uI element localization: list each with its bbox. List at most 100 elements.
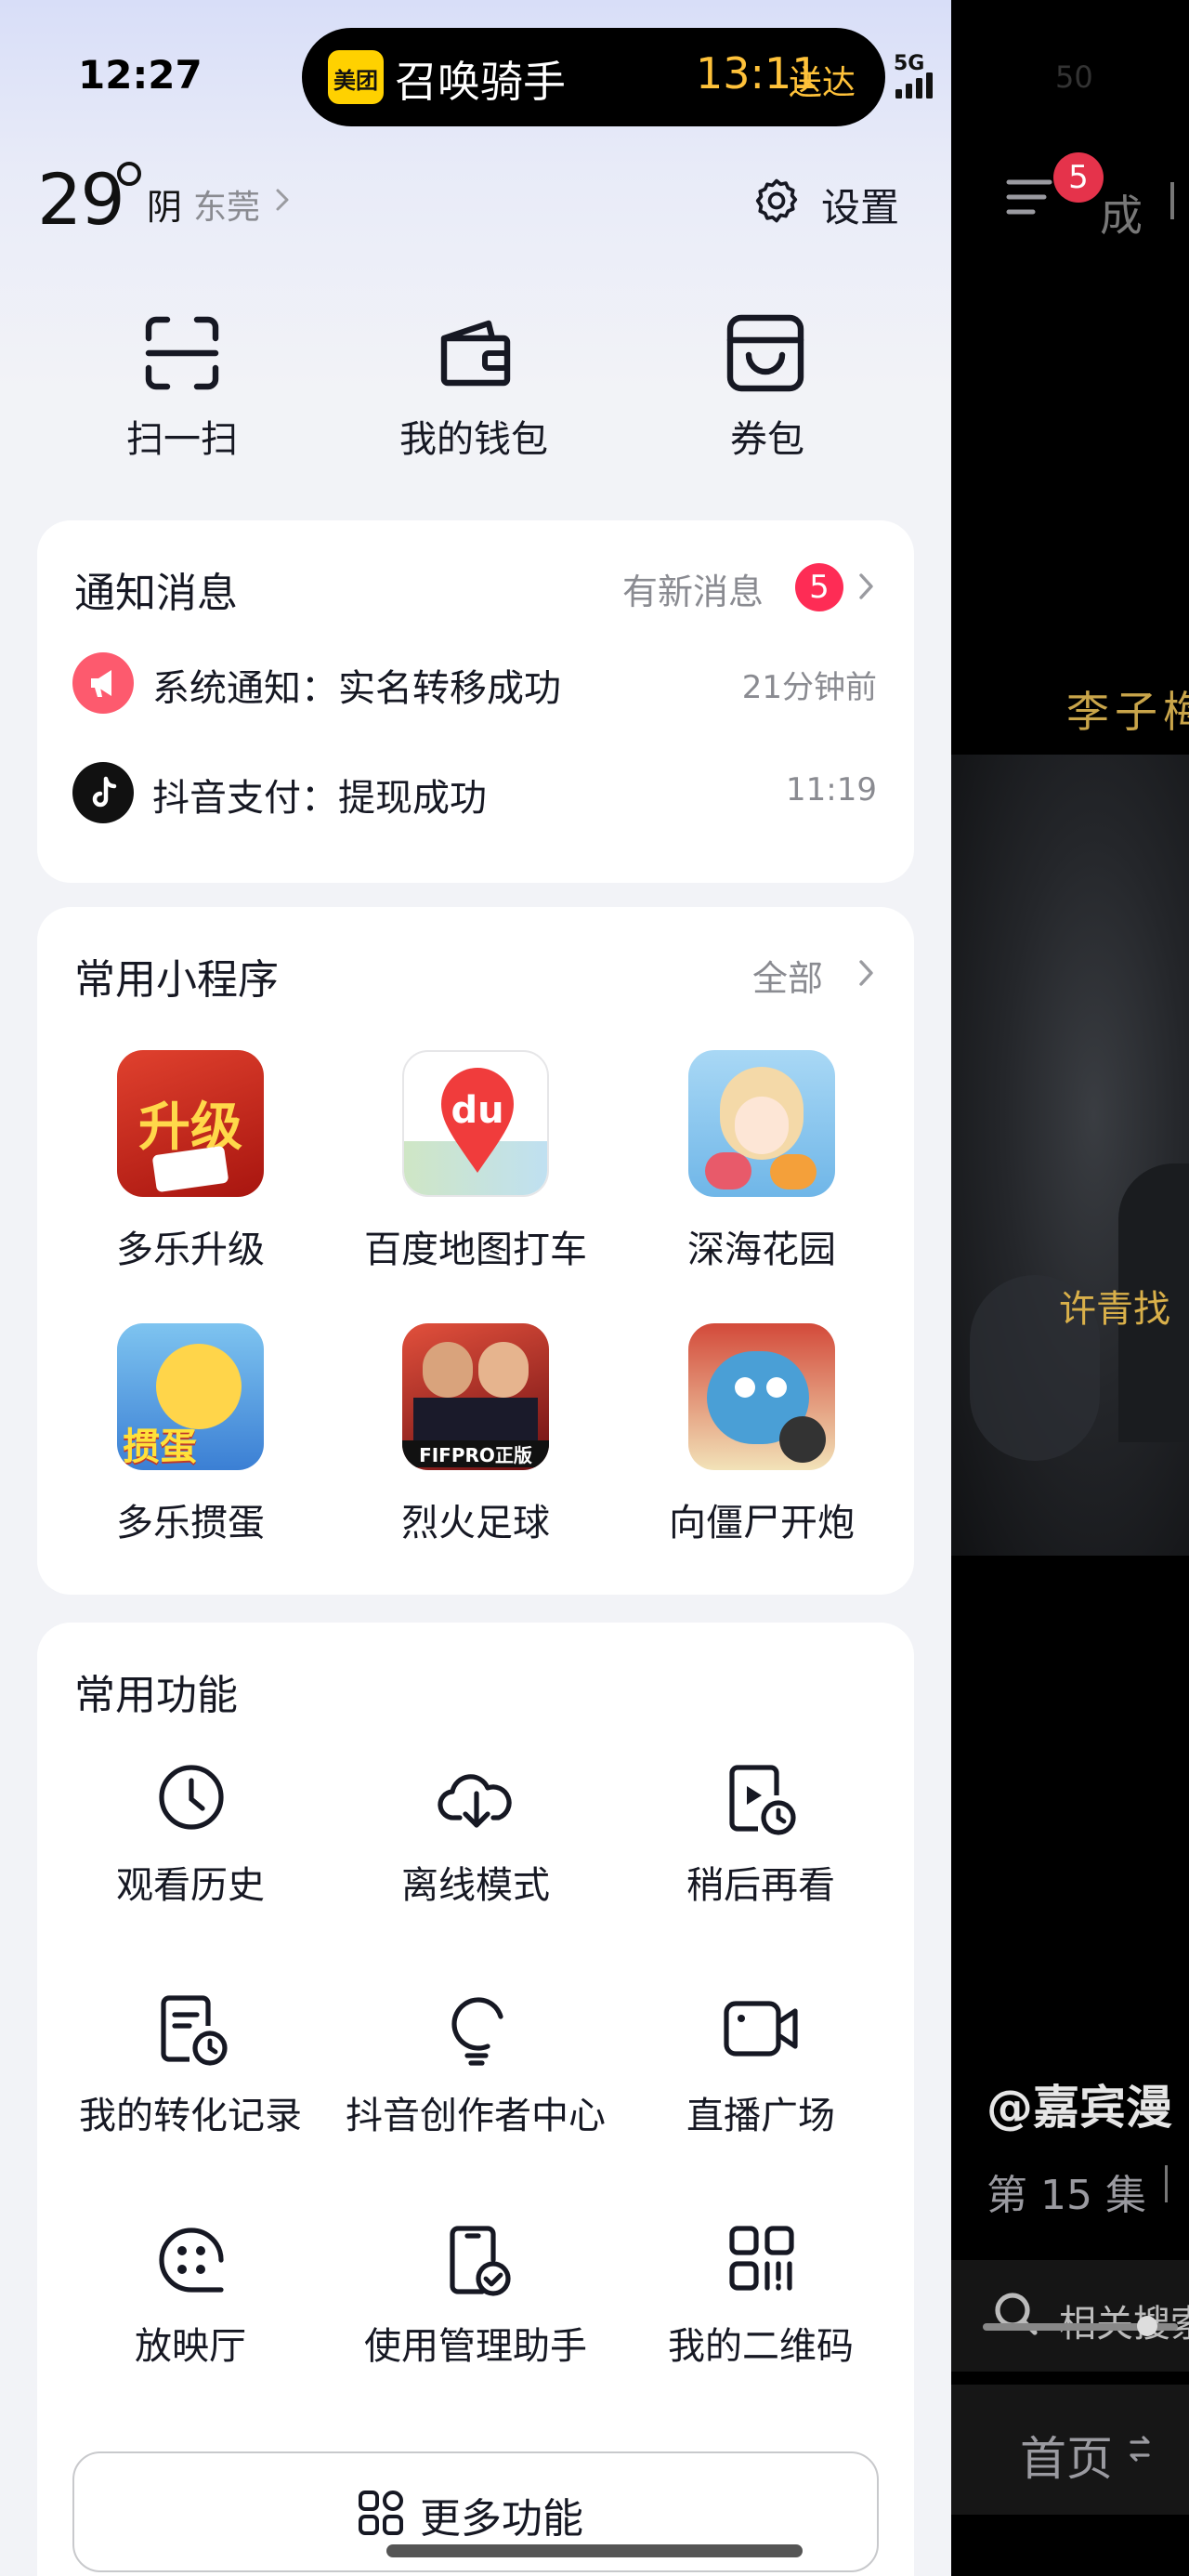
clock-icon <box>159 1765 224 1830</box>
notification-time: 11:19 <box>786 771 877 808</box>
mini-program-item[interactable]: 掼蛋 多乐掼蛋 <box>65 1323 288 1546</box>
related-search-text: 相关搜索 <box>1059 2293 1189 2347</box>
notification-text: 系统通知：实名转移成功 <box>152 667 561 710</box>
subtitle-text: 许青找 <box>1059 1288 1170 1331</box>
mini-program-item[interactable]: 向僵尸开炮 <box>650 1323 873 1546</box>
more-functions-label: 更多功能 <box>420 2495 583 2543</box>
mini-program-label: 多乐掼蛋 <box>116 1502 265 1544</box>
notification-time: 21分钟前 <box>741 669 877 706</box>
video-frame <box>951 755 1189 1556</box>
subtitle-text: 李子梅 <box>1066 687 1189 737</box>
signal-icon <box>895 72 933 99</box>
function-item-qr[interactable]: 我的二维码 <box>635 2223 886 2399</box>
notification-item[interactable]: 抖音支付：提现成功 11:19 <box>37 751 914 835</box>
weather-widget[interactable]: 29 阴 东莞 <box>37 158 316 241</box>
mini-program-item[interactable]: FIFPRO正版 烈火足球 <box>364 1323 587 1546</box>
home-indicator[interactable] <box>386 2544 803 2557</box>
unread-badge: 5 <box>795 563 843 611</box>
chevron-right-icon <box>276 189 289 211</box>
gear-icon <box>755 178 798 223</box>
meituan-logo: 美团 <box>328 50 384 104</box>
notification-card: 通知消息 有新消息 5 系统通知：实名转移成功 21分钟前 抖音支付：提现成功 … <box>37 520 914 883</box>
wallet-icon <box>440 320 511 387</box>
function-label: 稍后再看 <box>686 1864 835 1907</box>
mini-program-item[interactable]: 升级 多乐升级 <box>65 1050 288 1273</box>
swap-icon <box>1130 2436 1150 2462</box>
mini-program-item[interactable]: du 百度地图打车 <box>364 1050 587 1273</box>
duole-guandan-icon: 掼蛋 <box>117 1323 264 1470</box>
function-item-live[interactable]: 直播广场 <box>635 1992 886 2169</box>
megaphone-icon <box>72 652 134 714</box>
baidu-map-icon: du <box>402 1050 549 1197</box>
tab-divider <box>1170 182 1174 219</box>
mini-program-label: 多乐升级 <box>116 1229 265 1271</box>
cloud-download-icon <box>438 1774 512 1828</box>
mini-program-item[interactable]: 深海花园 <box>650 1050 873 1273</box>
function-item-conversion[interactable]: 我的转化记录 <box>65 1992 316 2169</box>
island-eta-label: 送达 <box>789 64 856 102</box>
phone-check-icon <box>450 2226 511 2296</box>
quick-action-scan[interactable]: 扫一扫 <box>108 307 256 465</box>
function-item-watch-later[interactable]: 稍后再看 <box>635 1762 886 1939</box>
author-name[interactable]: @嘉宾漫 <box>986 2070 1172 2137</box>
function-label: 观看历史 <box>116 1864 265 1907</box>
menu-badge: 5 <box>1053 152 1104 203</box>
progress-handle[interactable] <box>1137 2316 1157 2336</box>
mini-program-label: 烈火足球 <box>401 1502 550 1544</box>
weather-temp: 29 <box>37 158 125 241</box>
island-title: 召唤骑手 <box>395 57 566 107</box>
new-message-label: 有新消息 <box>622 572 764 612</box>
mini-program-label: 百度地图打车 <box>364 1229 587 1271</box>
mini-program-title: 常用小程序 <box>74 956 279 1004</box>
function-item-theater[interactable]: 放映厅 <box>65 2223 316 2399</box>
chevron-right-icon <box>859 960 873 986</box>
nav-home-label: 首页 <box>1020 2432 1113 2486</box>
mini-program-all[interactable]: 全部 <box>752 944 892 1000</box>
duole-shengji-icon: 升级 <box>117 1050 264 1197</box>
related-search[interactable]: 相关搜索 <box>951 2260 1189 2372</box>
function-label: 离线模式 <box>401 1864 550 1907</box>
function-label: 放映厅 <box>135 2325 246 2368</box>
function-label: 我的二维码 <box>668 2325 854 2368</box>
grid-icon <box>359 2491 403 2535</box>
coupon-icon <box>726 314 804 392</box>
quick-action-wallet[interactable]: 我的钱包 <box>381 307 567 465</box>
bulb-icon <box>451 1997 503 2066</box>
function-label: 直播广场 <box>686 2095 835 2137</box>
record-icon <box>161 1995 228 2066</box>
menu-button[interactable]: 5 <box>1003 152 1104 238</box>
signal-indicator: 5G <box>894 52 949 99</box>
camera-icon <box>724 2001 798 2057</box>
function-label: 使用管理助手 <box>364 2325 587 2368</box>
bottom-nav-home[interactable]: 首页 <box>951 2385 1189 2515</box>
chevron-right-icon <box>859 573 873 599</box>
liehuo-football-icon: FIFPRO正版 <box>402 1323 549 1470</box>
function-card: 常用功能 观看历史 离线模式 稍后再看 我的转化记录 抖音创作者中心 直播广场 <box>37 1623 914 2576</box>
watch-later-icon <box>729 1765 796 1835</box>
function-item-offline[interactable]: 离线模式 <box>350 1762 601 1939</box>
notification-title: 通知消息 <box>74 570 238 617</box>
status-time: 12:27 <box>78 52 203 98</box>
live-activity-pill[interactable]: 美团 召唤骑手 13:11 送达 <box>302 28 885 126</box>
function-label: 我的转化记录 <box>79 2095 302 2137</box>
weather-city: 东莞 <box>193 189 261 227</box>
top-tab-text: 成 <box>1100 191 1143 241</box>
function-item-history[interactable]: 观看历史 <box>65 1762 316 1939</box>
video-panel[interactable]: 50 5 成 李子梅 许青找 @嘉宾漫 第 15 集 相关搜索 首页 <box>951 0 1189 2576</box>
menu-icon <box>1006 179 1052 215</box>
all-label: 全部 <box>752 958 824 999</box>
function-title: 常用功能 <box>74 1672 238 1719</box>
settings-label: 设置 <box>821 185 900 230</box>
mini-program-label: 深海花园 <box>687 1229 836 1271</box>
search-icon <box>995 2293 1038 2335</box>
episode-label[interactable]: 第 15 集 <box>986 2162 1146 2221</box>
settings-button[interactable]: 设置 <box>751 171 918 230</box>
qr-code-icon <box>729 2226 794 2291</box>
function-label: 抖音创作者中心 <box>346 2095 606 2137</box>
quick-action-coupon[interactable]: 券包 <box>693 307 842 465</box>
function-item-creator[interactable]: 抖音创作者中心 <box>346 1992 606 2169</box>
notification-item[interactable]: 系统通知：实名转移成功 21分钟前 <box>37 641 914 725</box>
function-item-usage-manager[interactable]: 使用管理助手 <box>350 2223 601 2399</box>
notification-more[interactable]: 有新消息 5 <box>622 558 892 613</box>
side-drawer: 12:27 29 阴 东莞 设置 扫一扫 我的钱包 券包 通知消息 有新消息 5… <box>0 0 951 2576</box>
